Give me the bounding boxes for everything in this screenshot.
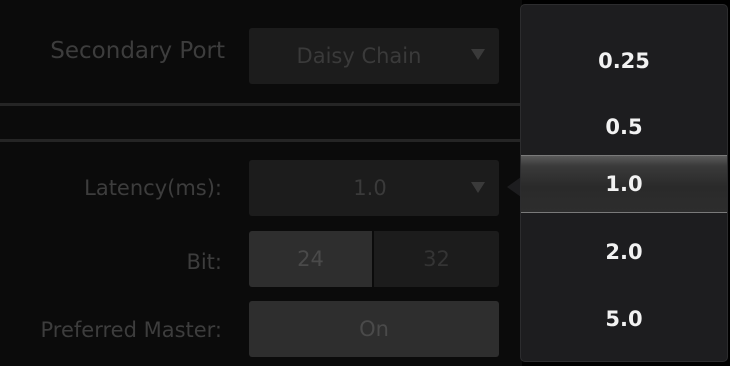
divider	[0, 103, 522, 106]
chevron-down-icon	[471, 182, 485, 193]
latency-option[interactable]: 5.0	[521, 291, 727, 347]
secondary-port-dropdown[interactable]: Daisy Chain	[249, 28, 499, 84]
bit-option-32[interactable]: 32	[374, 231, 499, 287]
latency-value: 1.0	[353, 176, 387, 200]
latency-option[interactable]: 0.25	[521, 33, 727, 89]
latency-option-selected[interactable]: 1.0	[521, 155, 727, 213]
bit-label: Bit:	[186, 250, 222, 274]
bit-option-24[interactable]: 24	[249, 231, 372, 287]
latency-option[interactable]: 2.0	[521, 224, 727, 280]
latency-option[interactable]: 0.5	[521, 99, 727, 155]
popup-pointer	[507, 177, 521, 197]
settings-panel: Secondary Port Daisy Chain Latency(ms): …	[0, 0, 522, 366]
latency-dropdown[interactable]: 1.0	[249, 160, 499, 216]
chevron-down-icon	[471, 49, 485, 60]
latency-label: Latency(ms):	[84, 176, 222, 200]
latency-options-popup: 0.25 0.5 1.0 2.0 5.0	[520, 4, 728, 362]
preferred-master-value: On	[359, 317, 389, 341]
secondary-port-value: Daisy Chain	[296, 44, 422, 68]
divider	[0, 139, 522, 142]
preferred-master-button[interactable]: On	[249, 301, 499, 357]
preferred-master-label: Preferred Master:	[40, 318, 222, 342]
secondary-port-label: Secondary Port	[50, 38, 225, 64]
